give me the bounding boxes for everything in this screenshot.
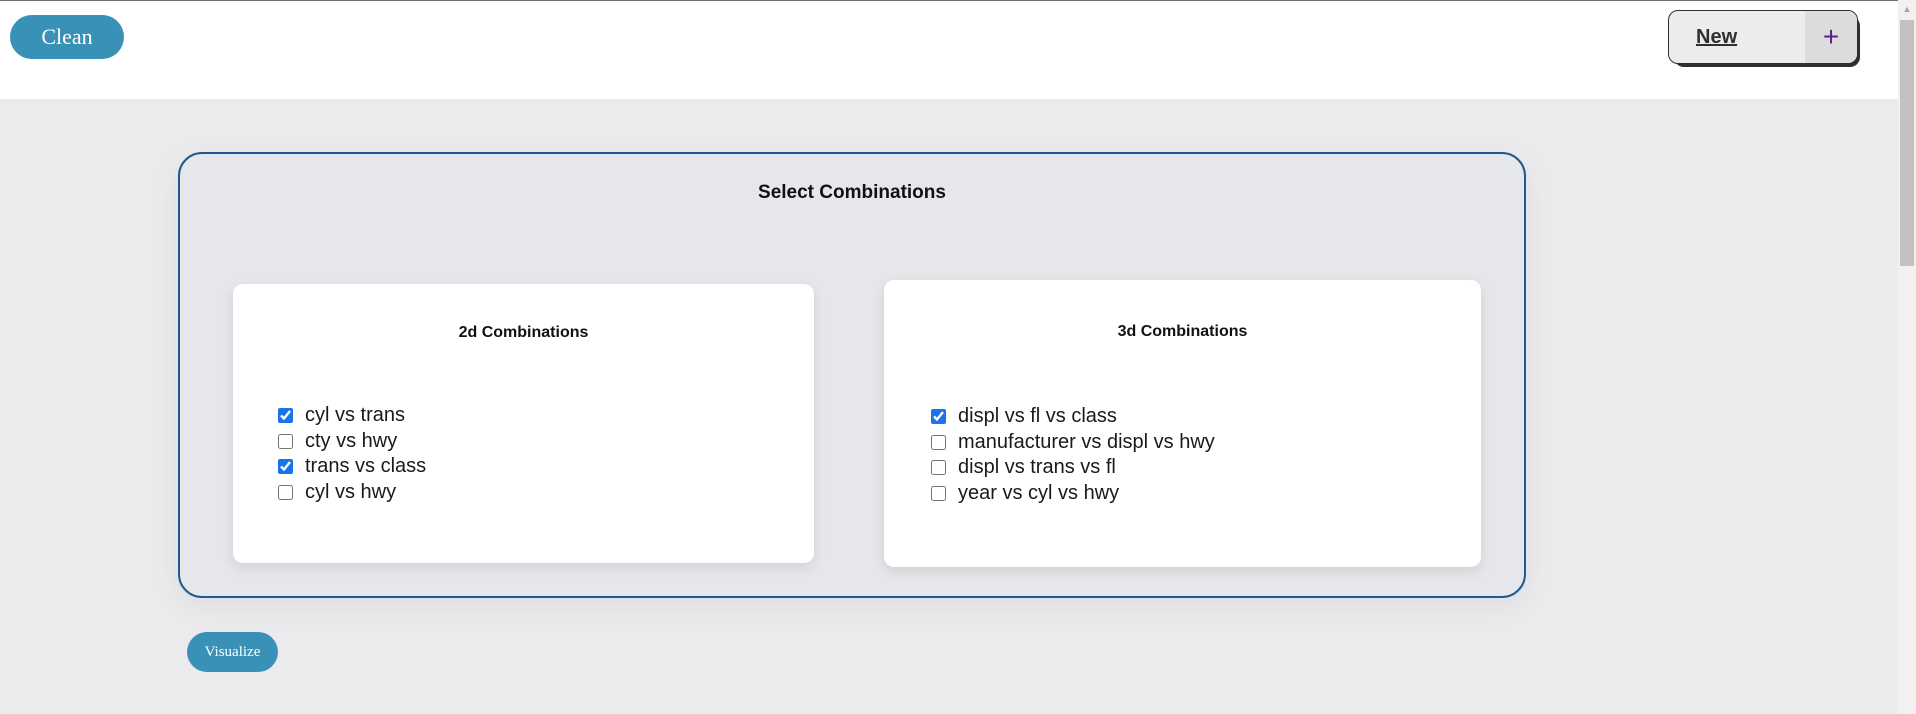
- panel-title: Select Combinations: [758, 182, 946, 203]
- vertical-scrollbar[interactable]: ▲: [1898, 0, 1916, 714]
- checkbox-3d-3[interactable]: [931, 485, 946, 501]
- select-combinations-panel: Select Combinations 2d Combinations cyl …: [178, 152, 1526, 598]
- option-label-2d-0: cyl vs trans: [305, 404, 406, 427]
- list-item-2d-0: cyl vs trans: [278, 403, 426, 429]
- option-label-2d-2: trans vs class: [305, 455, 427, 478]
- checkbox-2d-1[interactable]: [278, 433, 293, 449]
- scroll-thumb[interactable]: [1900, 20, 1914, 266]
- checkbox-2d-2[interactable]: [278, 459, 293, 475]
- option-label-3d-2: displ vs trans vs fl: [958, 456, 1116, 479]
- plus-icon: +: [1805, 11, 1857, 63]
- clean-button[interactable]: Clean: [10, 15, 124, 59]
- option-label-3d-3: year vs cyl vs hwy: [958, 481, 1120, 504]
- option-label-2d-1: cty vs hwy: [305, 429, 398, 452]
- visualize-button[interactable]: Visualize: [187, 632, 278, 672]
- card-2d-combinations: 2d Combinations cyl vs trans cty vs hwy …: [233, 284, 814, 563]
- list-item-3d-3: year vs cyl vs hwy: [931, 481, 1215, 507]
- card-3d-title: 3d Combinations: [1117, 323, 1248, 340]
- list-item-2d-2: trans vs class: [278, 454, 426, 480]
- card-2d-title: 2d Combinations: [458, 324, 589, 341]
- new-button[interactable]: New +: [1668, 10, 1858, 64]
- new-button-label: New: [1696, 25, 1738, 48]
- scroll-up-arrow-icon[interactable]: ▲: [1898, 0, 1916, 17]
- list-item-3d-0: displ vs fl vs class: [931, 404, 1215, 430]
- checkbox-2d-3[interactable]: [278, 484, 293, 500]
- list-item-3d-2: displ vs trans vs fl: [931, 455, 1215, 481]
- top-bar: Clean New +: [0, 0, 1898, 99]
- new-button-wrapper: New +: [1668, 10, 1860, 67]
- option-label-3d-0: displ vs fl vs class: [958, 405, 1117, 428]
- checkbox-3d-2[interactable]: [931, 460, 946, 476]
- list-3d-options: displ vs fl vs class manufacturer vs dis…: [931, 404, 1215, 506]
- list-item-2d-1: cty vs hwy: [278, 429, 426, 455]
- checkbox-2d-0[interactable]: [278, 408, 293, 424]
- option-label-2d-3: cyl vs hwy: [305, 480, 397, 503]
- list-2d-options: cyl vs trans cty vs hwy trans vs class c…: [278, 403, 426, 505]
- list-item-2d-3: cyl vs hwy: [278, 480, 426, 506]
- option-label-3d-1: manufacturer vs displ vs hwy: [958, 430, 1215, 453]
- checkbox-3d-1[interactable]: [931, 434, 946, 450]
- list-item-3d-1: manufacturer vs displ vs hwy: [931, 430, 1215, 456]
- checkbox-3d-0[interactable]: [931, 409, 946, 425]
- card-3d-combinations: 3d Combinations displ vs fl vs class man…: [884, 280, 1481, 567]
